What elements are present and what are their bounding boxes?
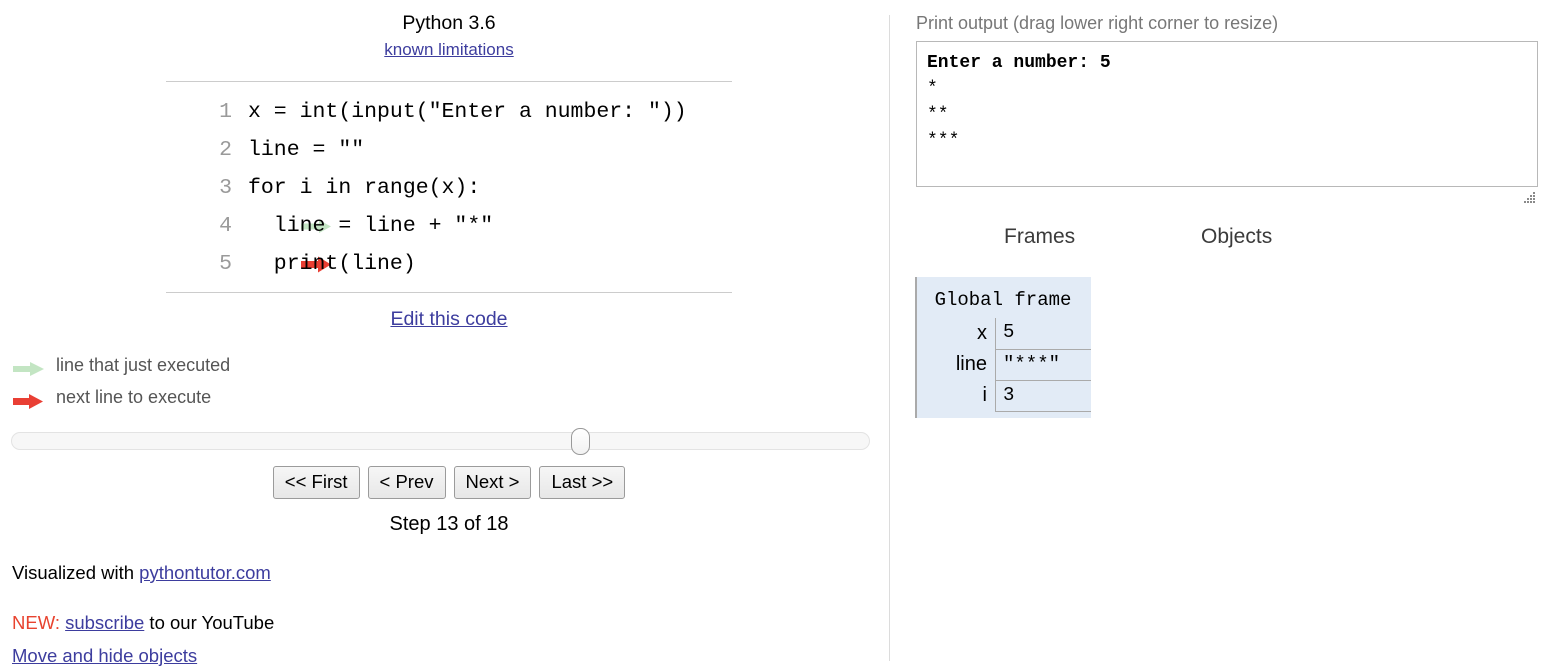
variable-name: i: [982, 384, 987, 406]
global-frame: Global frame x 5 line "***" i 3: [915, 277, 1091, 418]
output-echo-line: Enter a number: 5: [927, 53, 1111, 73]
print-output-text: Enter a number: 5 * ** ***: [927, 50, 1527, 154]
code-line: 1 x = int(input("Enter a number: ")): [166, 93, 732, 131]
next-step-button[interactable]: Next >: [453, 466, 532, 499]
line-source: line = line + "*": [248, 214, 494, 238]
visualized-with-text: Visualized with: [12, 562, 140, 583]
line-source: line = "": [248, 138, 365, 162]
frames-header: Frames: [1004, 225, 1076, 248]
line-arrow-none: [170, 131, 206, 169]
legend-label-executed: line that just executed: [56, 355, 231, 375]
new-badge: NEW:: [12, 612, 60, 633]
variable-value: 3: [995, 380, 1091, 412]
legend-row-executed: line that just executed: [12, 349, 230, 381]
line-number: 5: [219, 252, 232, 276]
language-header: Python 3.6 known limitations: [166, 10, 732, 62]
legend-row-next: next line to execute: [12, 381, 230, 413]
line-source: for i in range(x):: [248, 176, 481, 200]
first-step-button[interactable]: << First: [272, 466, 360, 499]
footer-links: Visualized with pythontutor.com NEW: sub…: [12, 548, 274, 648]
table-row: i 3: [917, 380, 1091, 412]
step-slider-handle[interactable]: [571, 428, 590, 455]
line-number: 4: [219, 214, 232, 238]
line-source: x = int(input("Enter a number: ")): [248, 100, 687, 124]
code-and-controls-pane: Python 3.6 known limitations 1 x = int(i…: [0, 0, 889, 666]
legend-label-next: next line to execute: [56, 387, 212, 407]
variable-table: x 5 line "***" i 3: [917, 318, 1091, 412]
red-arrow-icon: [170, 207, 332, 273]
variable-value: "***": [995, 349, 1091, 381]
prev-step-button[interactable]: < Prev: [367, 466, 446, 499]
code-display: 1 x = int(input("Enter a number: ")) 2 l…: [166, 81, 732, 293]
objects-header: Objects: [1201, 225, 1273, 248]
code-line: 2 line = "": [166, 131, 732, 169]
step-slider-track[interactable]: [11, 432, 870, 450]
line-arrow-none: [170, 245, 206, 283]
output-and-visualization-pane: Print output (drag lower right corner to…: [889, 0, 1549, 661]
edit-code-container: Edit this code: [166, 308, 732, 331]
line-number: 2: [219, 138, 232, 162]
step-counter-label: Step 13 of 18: [389, 513, 509, 535]
code-line: 5 print(line): [166, 245, 732, 283]
code-line-executed: 3 for i in range(x):: [166, 169, 732, 233]
variable-value: 5: [995, 318, 1091, 350]
table-row: line "***": [917, 349, 1091, 381]
language-version-label: Python 3.6: [402, 12, 496, 34]
red-arrow-icon: [12, 389, 48, 409]
output-line: ***: [927, 131, 960, 151]
line-source: print(line): [248, 252, 416, 276]
step-navigation-buttons: << First < Prev Next > Last >>: [166, 466, 732, 499]
global-frame-title: Global frame: [934, 289, 1072, 311]
visualized-with-row: Visualized with pythontutor.com: [12, 548, 274, 598]
print-output-box[interactable]: Enter a number: 5 * ** ***: [916, 41, 1538, 187]
known-limitations-link[interactable]: known limitations: [384, 40, 513, 59]
execution-legend: line that just executed next line to exe…: [12, 349, 230, 413]
line-arrow-none: [170, 93, 206, 131]
green-arrow-icon: [170, 169, 332, 233]
resize-handle-icon[interactable]: [1521, 190, 1537, 206]
move-and-hide-objects-link[interactable]: Move and hide objects: [12, 645, 197, 667]
line-number: 3: [219, 176, 232, 200]
edit-this-code-link[interactable]: Edit this code: [390, 308, 507, 330]
variable-name: x: [977, 322, 987, 344]
green-arrow-icon: [12, 357, 48, 376]
subscribe-link[interactable]: subscribe: [65, 612, 144, 633]
output-line: *: [927, 79, 938, 99]
last-step-button[interactable]: Last >>: [539, 466, 626, 499]
variable-name: line: [955, 353, 987, 375]
subscribe-suffix-text: to our YouTube: [144, 612, 275, 633]
pythontutor-link[interactable]: pythontutor.com: [139, 562, 271, 583]
line-number: 1: [219, 100, 232, 124]
subscribe-row: NEW: subscribe to our YouTube: [12, 598, 274, 648]
output-line: **: [927, 105, 949, 125]
code-line-next: 4 line = line + "*": [166, 207, 732, 273]
code-line-list: 1 x = int(input("Enter a number: ")) 2 l…: [166, 82, 732, 292]
table-row: x 5: [917, 318, 1091, 350]
print-output-label: Print output (drag lower right corner to…: [916, 13, 1279, 33]
